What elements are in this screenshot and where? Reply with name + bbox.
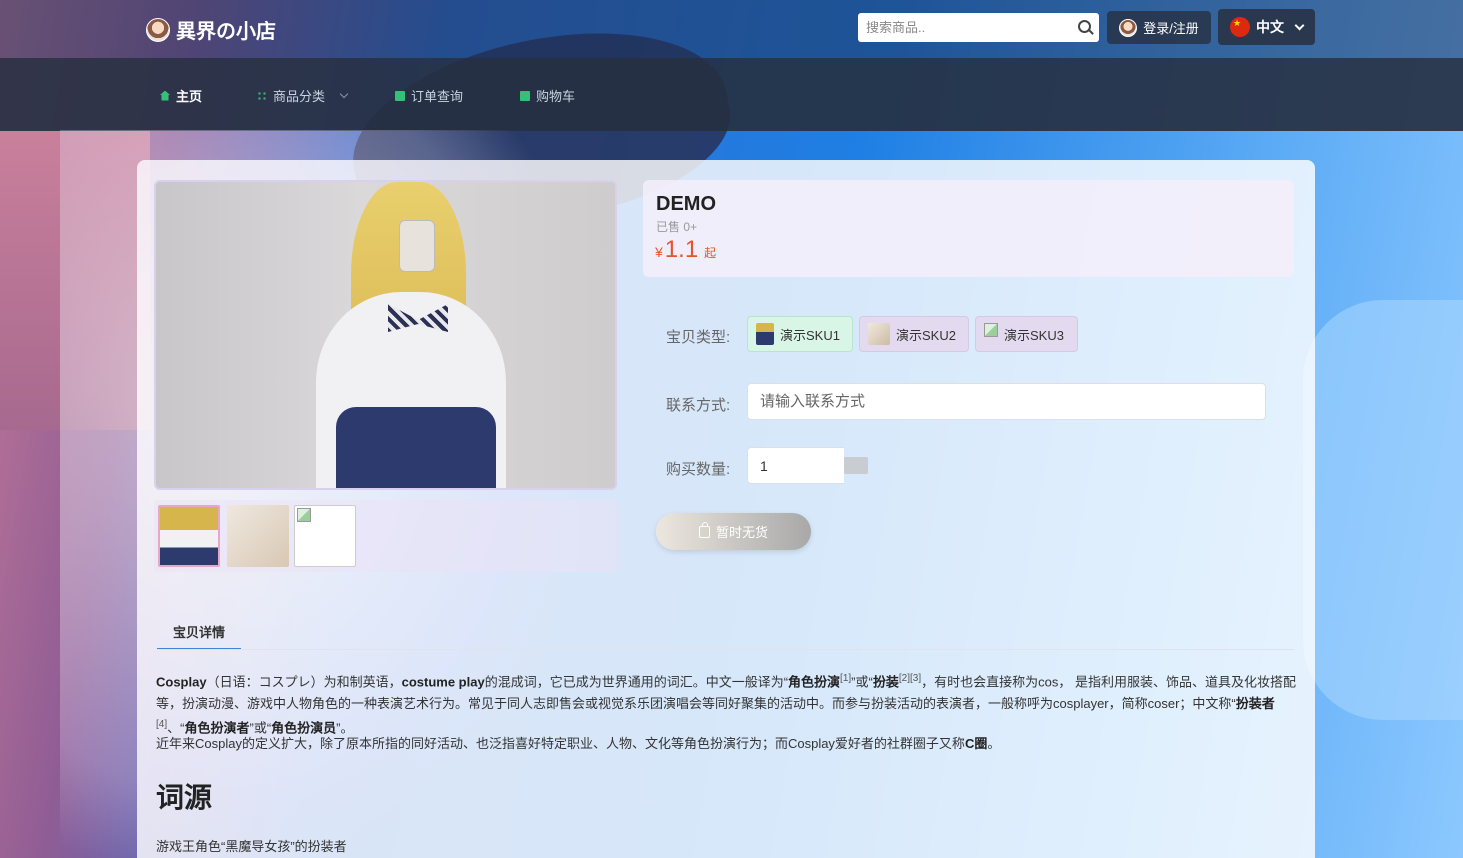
detail-text: 。 — [987, 736, 1001, 751]
nav-item-label: 购物车 — [536, 89, 576, 104]
nav-item-orders[interactable]: 订单查询 — [395, 86, 463, 105]
sold-count: 已售 0+ — [656, 220, 698, 234]
detail-term: costume play — [401, 674, 485, 690]
contact-input[interactable] — [747, 383, 1266, 420]
detail-text: 的混成词，它已成为世界通用的词汇。中文一般译为“ — [484, 674, 789, 690]
broken-image-icon — [984, 323, 998, 337]
sku-option-3[interactable]: 演示SKU3 — [975, 316, 1078, 352]
main-nav: 主页 商品分类 订单查询 购物车 — [0, 58, 1463, 131]
product-price: ¥ 1.1 起 — [655, 236, 716, 264]
nav-item-home[interactable]: 主页 — [160, 86, 202, 105]
sku-option-2[interactable]: 演示SKU2 — [859, 316, 969, 352]
search-icon[interactable] — [1071, 13, 1099, 42]
avatar-icon — [1119, 18, 1138, 37]
sku-thumbnail — [756, 323, 774, 345]
search-input[interactable] — [858, 13, 1071, 42]
sku-option-label: 演示SKU3 — [1004, 327, 1064, 343]
nav-item-cart[interactable]: 购物车 — [520, 86, 575, 105]
quantity-input[interactable] — [747, 447, 844, 484]
home-icon — [160, 90, 170, 101]
detail-term: 角色扮演 — [788, 674, 841, 690]
broken-image-icon — [297, 508, 311, 522]
sku-thumbnail — [868, 323, 890, 345]
chevron-down-icon — [339, 89, 349, 98]
sku-label: 宝贝类型: — [666, 329, 731, 346]
login-button[interactable]: 登录/注册 — [1107, 11, 1211, 44]
shopping-bag-icon — [698, 521, 710, 538]
detail-term: 扮装 — [872, 674, 899, 690]
section-heading: 词源 — [156, 782, 213, 813]
image-figure — [336, 407, 496, 488]
site-name: 異界の小店 — [176, 21, 276, 43]
reference-link[interactable]: [2][3] — [899, 673, 921, 684]
thumbnail-1[interactable] — [158, 505, 220, 567]
tab-product-detail[interactable]: 宝贝详情 — [157, 614, 241, 650]
detail-paragraph-1: Cosplay（日语：コスプレ）为和制英语，costume play的混成词，它… — [156, 668, 1296, 739]
detail-text: （日语：コスプレ）为和制英语， — [206, 674, 402, 690]
language-selector[interactable]: 中文 — [1218, 9, 1315, 45]
buy-button-label: 暂时无货 — [715, 525, 768, 540]
nav-item-label: 商品分类 — [273, 89, 326, 104]
quantity-label: 购买数量: — [666, 461, 731, 478]
buy-button[interactable]: 暂时无货 — [656, 513, 811, 550]
detail-text: 近年来Cosplay的定义扩大，除了原本所指的同好活动、也泛指喜好特定职业、人物… — [156, 736, 965, 751]
thumbnail-strip — [154, 500, 617, 572]
grid-icon — [257, 90, 267, 101]
china-flag-icon — [1230, 17, 1250, 37]
image-figure — [399, 220, 435, 272]
product-info-box — [643, 180, 1294, 277]
product-main-image[interactable] — [154, 180, 617, 490]
chevron-down-icon — [1294, 20, 1305, 30]
order-icon — [395, 90, 405, 101]
sku-option-label: 演示SKU2 — [896, 327, 956, 343]
detail-term: 扮装者 — [1235, 695, 1275, 711]
thumbnail-2[interactable] — [227, 505, 289, 567]
price-suffix: 起 — [704, 246, 717, 260]
detail-term: C圈 — [964, 736, 988, 751]
language-label: 中文 — [1256, 19, 1284, 35]
avatar-icon — [146, 17, 170, 42]
price-value: 1.1 — [664, 236, 699, 263]
site-logo[interactable]: 異界の小店 — [146, 15, 276, 44]
image-caption: 游戏王角色“黑魔导女孩”的扮装者 — [156, 839, 347, 854]
cart-icon — [520, 90, 530, 101]
login-label: 登录/注册 — [1143, 21, 1199, 36]
top-header: 異界の小店 登录/注册 中文 — [0, 0, 1463, 58]
detail-text: ”或“ — [851, 674, 873, 690]
thumbnail-3[interactable] — [294, 505, 356, 567]
price-currency: ¥ — [655, 244, 663, 260]
tab-divider — [157, 649, 1294, 650]
sku-option-1[interactable]: 演示SKU1 — [747, 316, 853, 352]
nav-item-label: 主页 — [176, 89, 203, 104]
detail-term: Cosplay — [156, 674, 207, 690]
reference-link[interactable]: [1] — [840, 673, 851, 684]
product-title: DEMO — [656, 193, 716, 215]
nav-item-categories[interactable]: 商品分类 — [257, 86, 349, 105]
background-art — [1303, 300, 1463, 720]
nav-item-label: 订单查询 — [411, 89, 464, 104]
sku-option-label: 演示SKU1 — [780, 327, 840, 343]
reference-link[interactable]: [4] — [156, 719, 167, 730]
detail-paragraph-2: 近年来Cosplay的定义扩大，除了原本所指的同好活动、也泛指喜好特定职业、人物… — [156, 733, 1296, 755]
quantity-stepper[interactable] — [844, 457, 868, 474]
search-box — [858, 13, 1099, 42]
contact-label: 联系方式: — [666, 397, 731, 414]
